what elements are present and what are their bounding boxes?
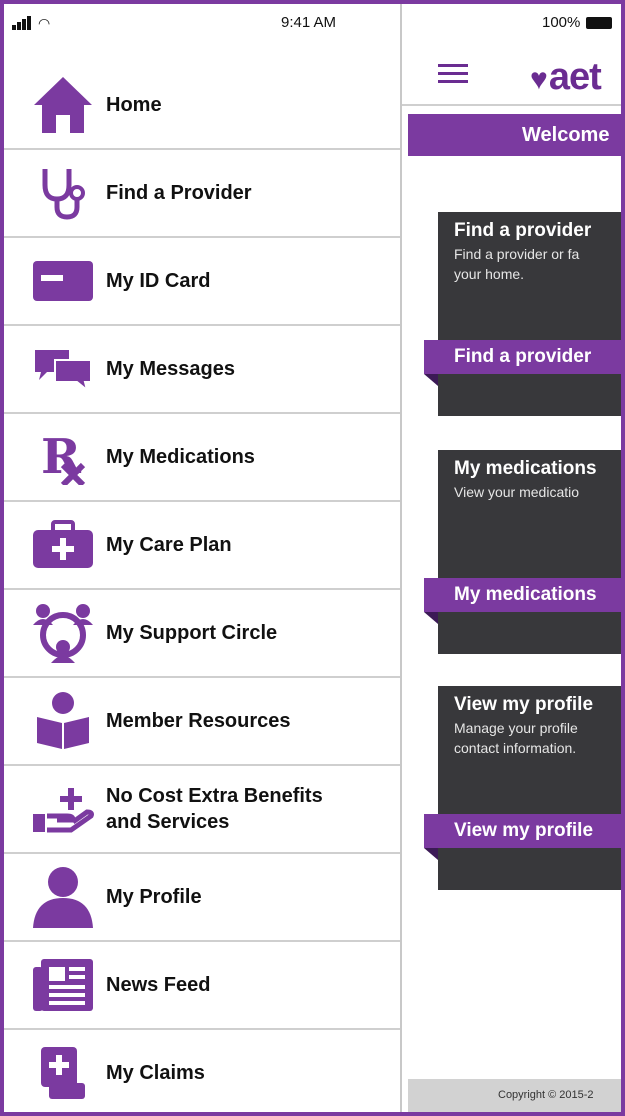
support-circle-icon [26,601,100,665]
heart-icon: ♥ [530,63,548,96]
menu-item-support-circle[interactable]: My Support Circle [4,590,400,678]
home-icon [26,75,100,135]
status-bar-left: ◠ [12,14,50,32]
card-desc-line: contact information. [454,740,577,756]
menu-item-label: Member Resources [106,710,291,732]
status-bar-right: 100% [542,14,613,31]
find-provider-button[interactable]: Find a provider [424,340,621,386]
welcome-banner: Welcome [408,114,621,156]
messages-icon [26,346,100,392]
menu-item-label: Find a Provider [106,182,252,204]
care-plan-icon [26,520,100,570]
extra-benefits-icon [26,784,100,834]
card-desc-line: View your medicatio [454,484,580,500]
card-title: My medications [454,458,597,479]
menu-item-care-plan[interactable]: My Care Plan [4,502,400,590]
menu-item-label: My Claims [106,1062,205,1084]
brand-logo[interactable]: ♥aet [530,56,602,99]
card-description: Manage your profile contact information. [438,716,621,758]
view-profile-button[interactable]: View my profile [424,814,621,860]
claims-icon [26,1045,100,1101]
header-divider [402,104,621,106]
signal-icon [12,16,34,31]
stethoscope-icon [26,165,100,221]
menu-item-label-line: and Services [106,811,230,833]
id-card-icon [26,259,100,303]
menu-item-label: My Profile [106,886,202,908]
menu-item-messages[interactable]: My Messages [4,326,400,414]
menu-item-profile[interactable]: My Profile [4,854,400,942]
menu-item-claims[interactable]: My Claims [4,1030,400,1112]
wifi-icon: ◠ [38,14,51,31]
copyright-footer: Copyright © 2015-2 [408,1079,621,1112]
card-description: View your medicatio [438,480,621,502]
medications-card: My medications View your medicatio My me… [424,450,621,654]
profile-icon [26,866,100,928]
battery-percent: 100% [542,14,581,31]
menu-item-id-card[interactable]: My ID Card [4,238,400,326]
rx-icon: R [26,429,100,485]
member-resources-icon [26,691,100,751]
card-desc-line: Manage your profile [454,720,578,736]
card-desc-line: your home. [454,266,525,282]
menu-item-medications[interactable]: R My Medications [4,414,400,502]
navigation-drawer: ◠ 9:41 AM Home Find a Provider My ID Car… [4,4,400,1112]
menu-item-label: My Messages [106,358,235,380]
card-title: View my profile [454,694,594,715]
menu-item-find-provider[interactable]: Find a Provider [4,150,400,238]
app-frame: 100% ♥aet Welcome Find a provider Find a… [4,4,621,1112]
card-description: Find a provider or fa your home. [438,242,621,284]
menu-item-label: Home [106,94,162,116]
menu-item-member-resources[interactable]: Member Resources [4,678,400,766]
menu-item-news-feed[interactable]: News Feed [4,942,400,1030]
hamburger-menu-icon[interactable] [438,64,468,84]
menu-item-label-line: No Cost Extra Benefits [106,785,323,807]
battery-icon [586,17,613,30]
card-desc-line: Find a provider or fa [454,246,580,262]
menu-item-label: My Care Plan [106,534,232,556]
menu-item-label: My ID Card [106,270,211,292]
medications-button[interactable]: My medications [424,578,621,624]
menu-item-label: My Support Circle [106,622,278,644]
news-feed-icon [26,957,100,1013]
menu-item-label: No Cost Extra Benefits and Services [106,783,323,835]
main-panel: 100% ♥aet Welcome Find a provider Find a… [400,4,621,1112]
profile-card: View my profile Manage your profile cont… [424,686,621,890]
find-provider-card: Find a provider Find a provider or fa yo… [424,212,621,416]
drawer-menu: Home Find a Provider My ID Card My Messa… [4,62,400,1112]
brand-text: aet [548,56,602,98]
menu-item-label: News Feed [106,974,211,996]
menu-item-home[interactable]: Home [4,62,400,150]
status-time: 9:41 AM [281,14,337,31]
menu-item-extra-benefits[interactable]: No Cost Extra Benefits and Services [4,766,400,854]
menu-item-label: My Medications [106,446,255,468]
card-title: Find a provider [454,220,592,241]
